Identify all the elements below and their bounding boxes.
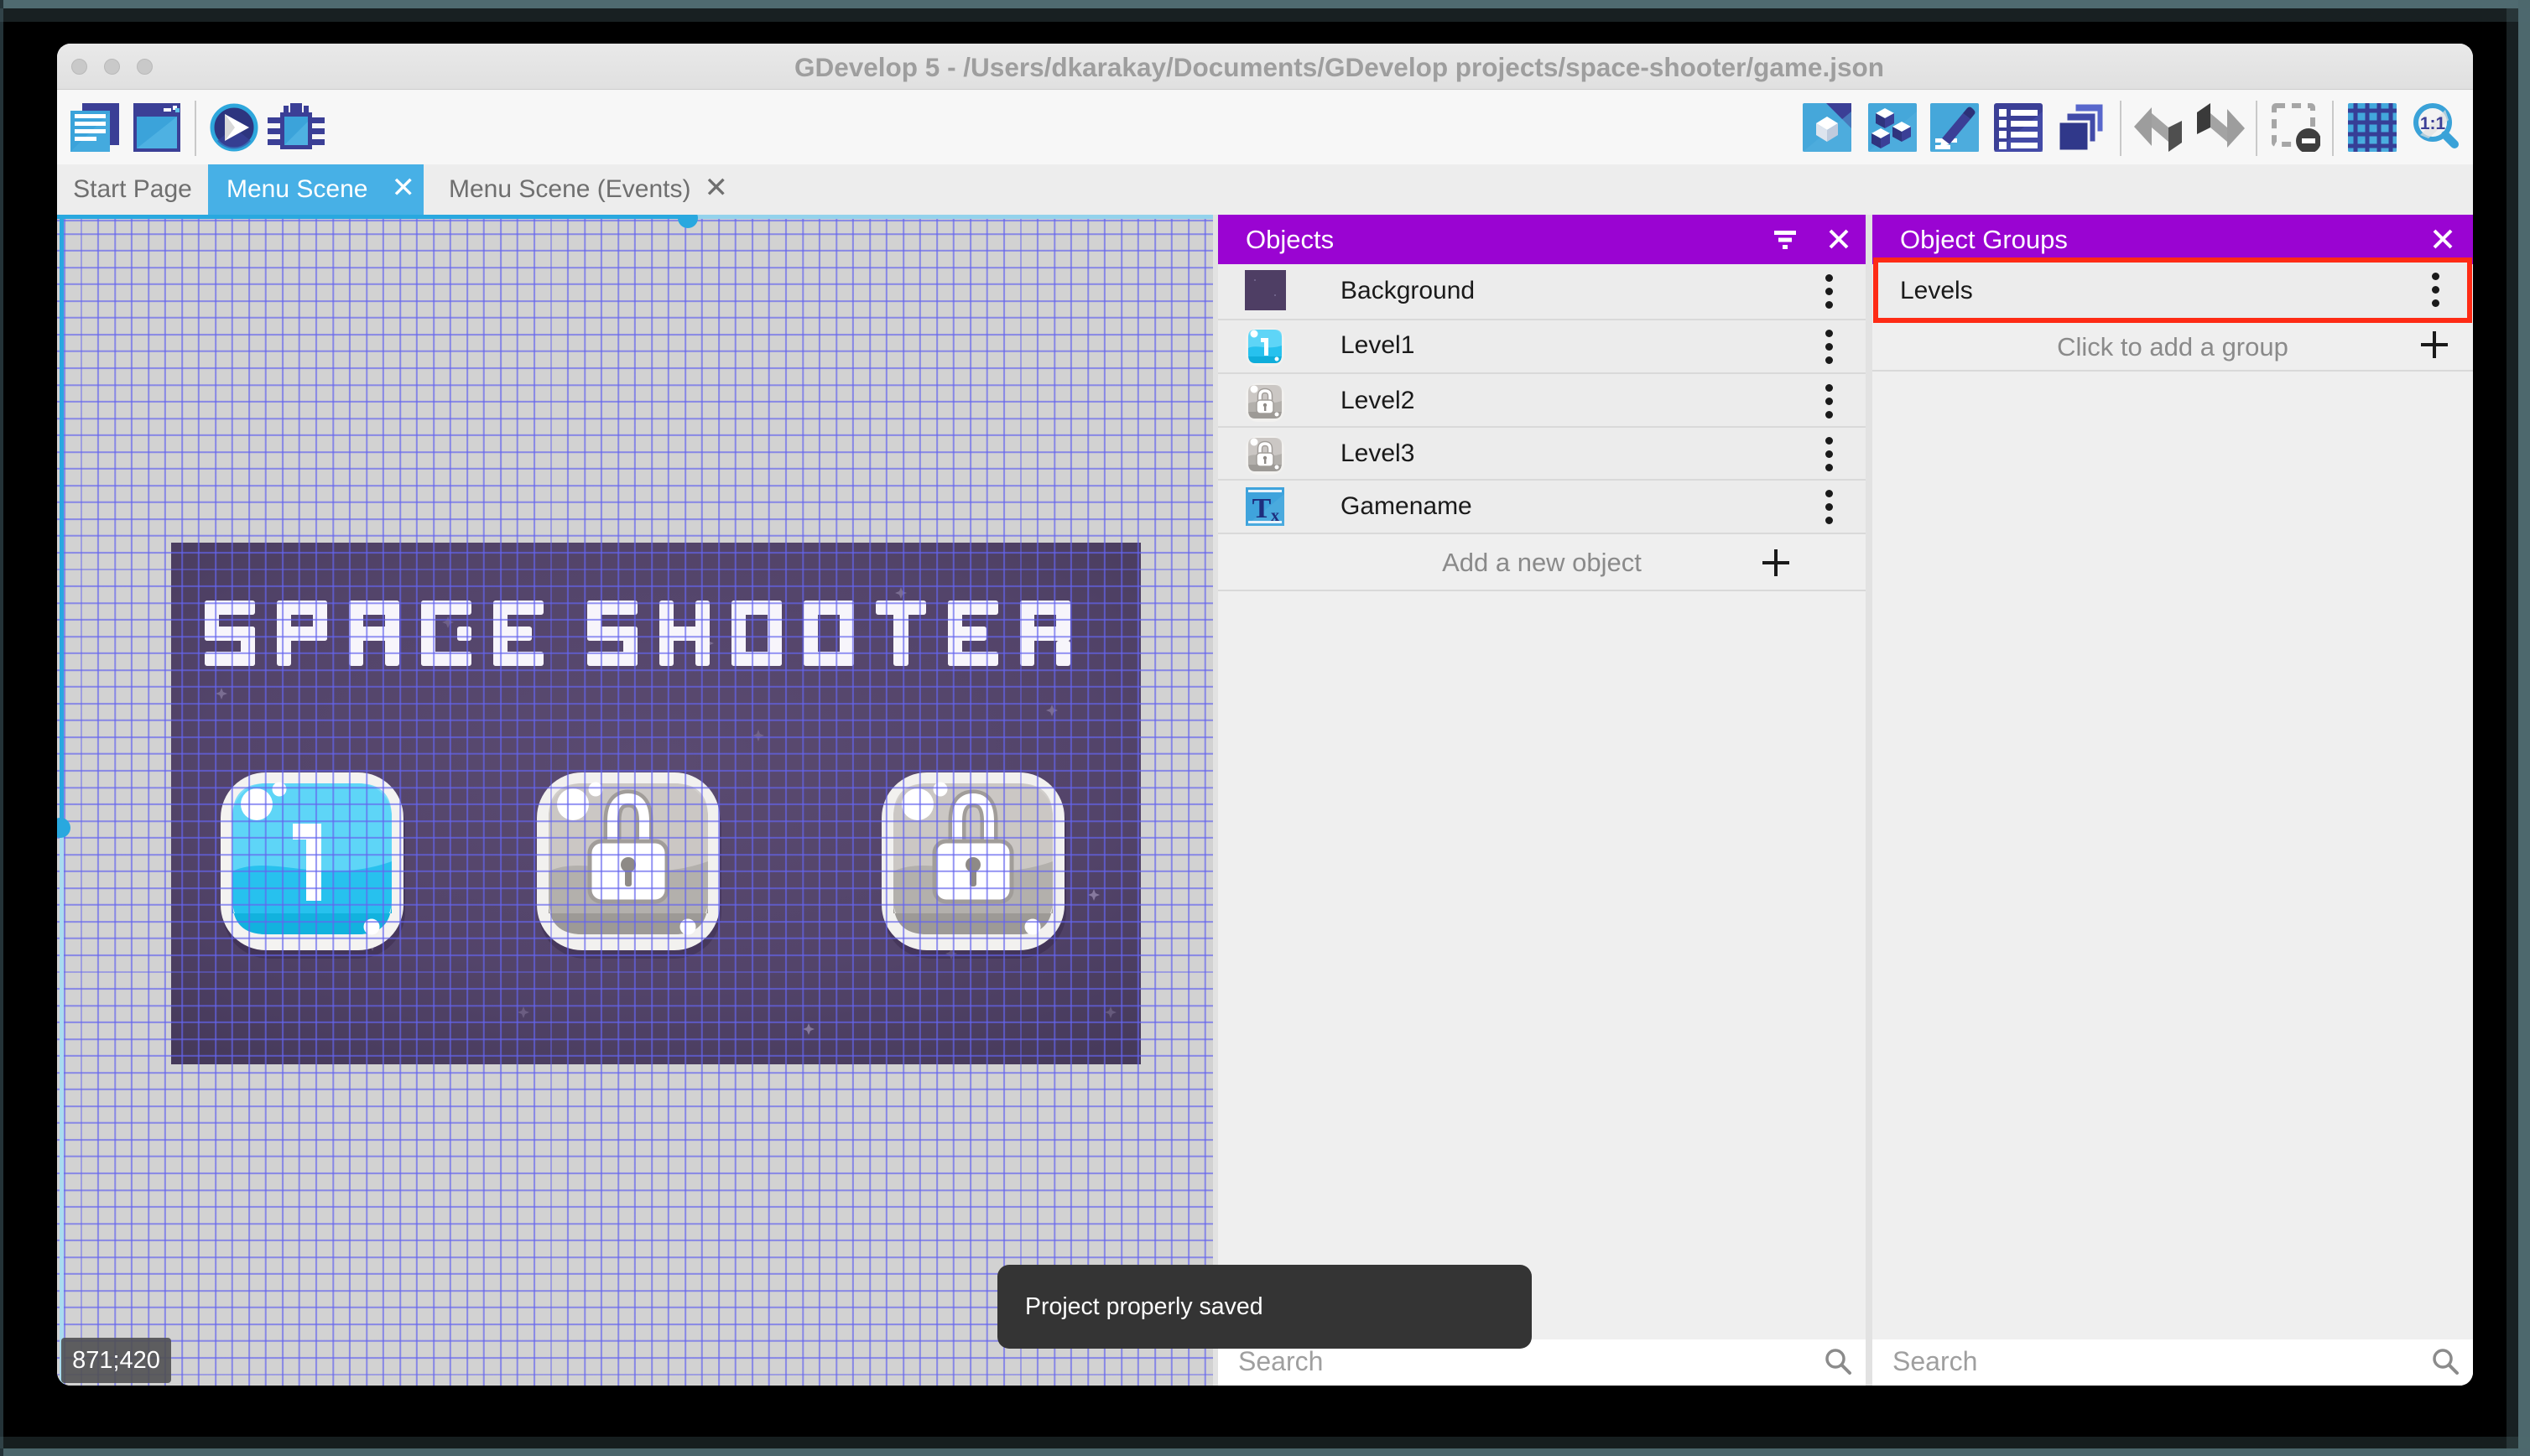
svg-text:1:1: 1:1 xyxy=(2420,114,2446,133)
svg-text:T: T xyxy=(1252,493,1272,524)
svg-text:x: x xyxy=(1271,507,1279,525)
